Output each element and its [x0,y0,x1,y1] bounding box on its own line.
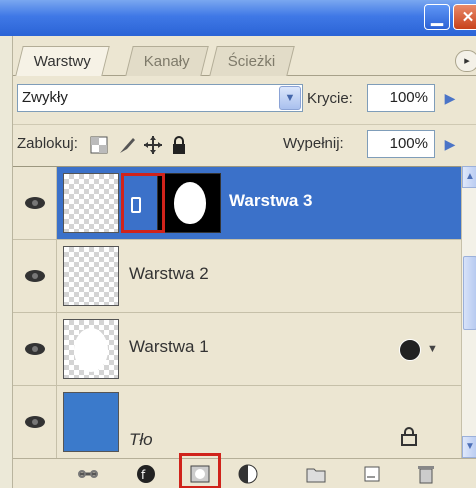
blend-row: Zwykły ▼ Krycie: 100% ▶ [13,80,476,120]
new-layer-icon[interactable] [361,463,383,485]
minimize-icon: ▁ [431,9,443,26]
lock-label: Zablokuj: [17,135,78,152]
lock-row: Zablokuj: Wypełnij: 100% ▶ [13,124,476,164]
layer-effects-icon[interactable] [399,339,421,361]
highlight-box-mask-link [121,173,165,233]
opacity-label: Krycie: [307,90,353,107]
opacity-field[interactable]: 100% [367,84,435,112]
expand-effects-icon[interactable]: ▼ [427,343,438,355]
opacity-slider-arrow-icon[interactable]: ▶ [441,84,459,112]
lock-all-icon[interactable] [169,135,189,155]
layer-row-warstwa-2[interactable]: Warstwa 2 [13,240,461,313]
lock-pixels-icon[interactable] [117,135,137,155]
eye-icon [24,197,45,209]
trash-icon[interactable] [415,463,437,485]
layer-style-icon[interactable]: f [135,463,157,485]
group-folder-icon[interactable] [305,463,327,485]
layers-panel: Warstwy Kanały Ścieżki ▸ Zwykły ▼ Krycie… [12,36,476,488]
eye-icon [24,270,45,282]
layer-thumbnail[interactable] [63,319,119,379]
scroll-down-icon[interactable]: ▼ [462,436,476,458]
layer-name: Warstwa 3 [229,191,313,210]
layer-mask-thumbnail[interactable] [157,173,221,233]
blend-mode-value: Zwykły [22,89,68,106]
scroll-thumb[interactable] [463,256,476,330]
eye-icon [24,343,45,355]
dropdown-arrow-icon[interactable]: ▼ [279,86,301,110]
link-layers-icon[interactable] [77,463,99,485]
visibility-toggle[interactable] [13,386,57,458]
visibility-toggle[interactable] [13,313,57,385]
fill-field[interactable]: 100% [367,130,435,158]
panel-tabs: Warstwy Kanały Ścieżki ▸ [13,44,476,76]
eye-icon [24,416,45,428]
window-titlebar: ▁ ✕ [0,0,476,36]
layer-name: Warstwa 1 [129,337,209,356]
close-icon: ✕ [461,9,475,26]
thumbnail-shape [74,328,108,372]
layer-row-tlo[interactable]: Tło [13,386,461,458]
fill-slider-arrow-icon[interactable]: ▶ [441,130,459,158]
mask-shape [174,182,206,224]
highlight-box-add-mask [179,453,221,488]
layer-thumbnail[interactable] [63,392,119,452]
panel-menu-button[interactable]: ▸ [455,50,476,72]
close-button[interactable]: ✕ [453,4,476,30]
adjustment-layer-icon[interactable] [237,463,259,485]
layer-thumbnail[interactable] [63,246,119,306]
layer-locked-icon [401,427,417,446]
fill-label: Wypełnij: [283,135,344,152]
scroll-up-icon[interactable]: ▲ [462,166,476,188]
tab-warstwy[interactable]: Warstwy [15,46,110,76]
blend-mode-select[interactable]: Zwykły ▼ [17,84,303,112]
layer-row-warstwa-1[interactable]: Warstwa 1 ▼ [13,313,461,386]
layer-row-warstwa-3[interactable]: Warstwa 3 [13,167,461,240]
layer-name: Warstwa 2 [129,264,209,283]
layer-name: Tło [129,430,153,449]
minimize-button[interactable]: ▁ [424,4,450,30]
panel-menu-icon: ▸ [464,55,470,67]
layers-scrollbar[interactable]: ▲ ▼ [461,166,476,458]
lock-position-icon[interactable] [143,135,163,155]
lock-transparency-icon[interactable] [89,135,109,155]
tab-kanaly[interactable]: Kanały [125,46,209,76]
visibility-toggle[interactable] [13,240,57,312]
layers-list: Warstwa 3 Warstwa 2 Warstwa 1 ▼ Tło [13,166,461,458]
tab-sciezki[interactable]: Ścieżki [209,46,295,76]
layers-bottom-toolbar: f [13,453,476,488]
visibility-toggle[interactable] [13,167,57,239]
layer-thumbnail[interactable] [63,173,119,233]
